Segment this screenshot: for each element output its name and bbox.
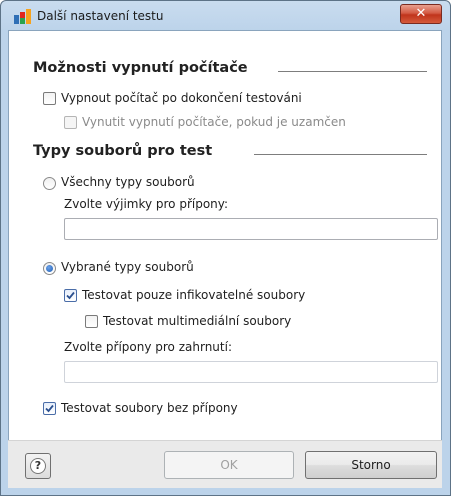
no-extension-label[interactable]: Testovat soubory bez přípony — [61, 401, 238, 415]
close-button[interactable]: ✕ — [400, 4, 442, 24]
multimedia-label[interactable]: Testovat multimediální soubory — [103, 314, 291, 328]
infectable-only-label[interactable]: Testovat pouze infikovatelné soubory — [82, 288, 305, 302]
selected-types-radio[interactable] — [43, 262, 56, 275]
filetypes-section-heading: Typy souborů pro test — [33, 143, 213, 159]
shutdown-section-heading: Možnosti vypnutí počítače — [33, 60, 248, 76]
title-bar[interactable]: Další nastavení testu ✕ — [1, 1, 450, 31]
help-button[interactable]: ? — [25, 453, 51, 479]
ok-button[interactable]: OK — [164, 451, 294, 479]
multimedia-checkbox[interactable] — [85, 315, 98, 328]
all-types-radio[interactable] — [43, 177, 56, 190]
force-shutdown-label[interactable]: Vynutit vypnutí počítače, pokud je uzamč… — [82, 115, 346, 129]
inclusions-label: Zvolte přípony pro zahrnutí: — [64, 340, 232, 354]
exclusions-input[interactable] — [64, 218, 438, 240]
avg-logo-icon — [14, 9, 31, 24]
shutdown-after-checkbox[interactable] — [43, 92, 56, 105]
checkmark-icon — [66, 291, 75, 300]
exclusions-label: Zvolte výjimky pro přípony: — [64, 197, 229, 211]
close-icon: ✕ — [415, 6, 427, 21]
force-shutdown-checkbox[interactable] — [64, 116, 77, 129]
cancel-button[interactable]: Storno — [305, 451, 437, 479]
no-extension-checkbox[interactable] — [43, 402, 56, 415]
help-icon: ? — [30, 458, 46, 474]
inclusions-input[interactable] — [64, 361, 438, 383]
shutdown-after-label[interactable]: Vypnout počítač po dokončení testováni — [61, 91, 302, 105]
infectable-only-checkbox[interactable] — [64, 289, 77, 302]
window-title: Další nastavení testu — [37, 9, 164, 23]
all-types-label[interactable]: Všechny typy souborů — [61, 175, 195, 189]
shutdown-section-divider — [278, 71, 427, 72]
checkmark-icon — [45, 404, 54, 413]
filetypes-section-divider — [254, 154, 427, 155]
selected-types-label[interactable]: Vybrané typy souborů — [61, 260, 194, 274]
